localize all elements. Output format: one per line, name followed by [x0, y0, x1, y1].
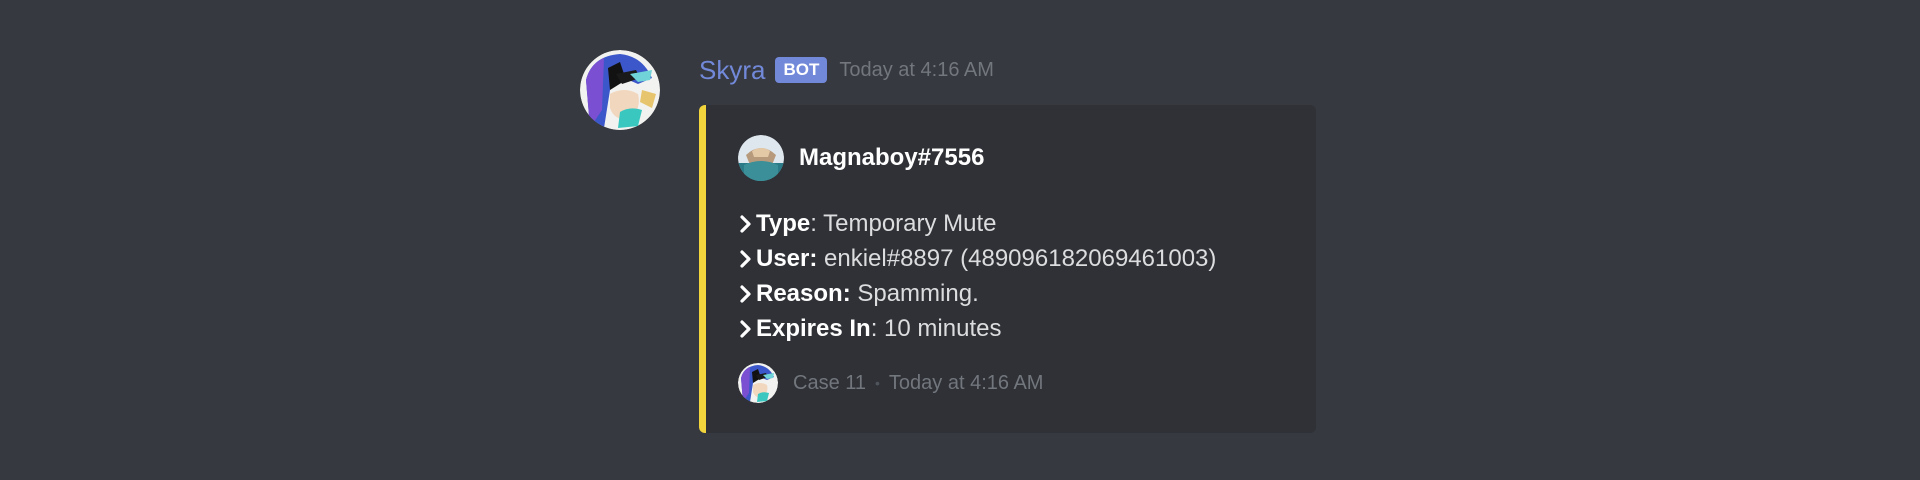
field-key: User: — [756, 245, 818, 272]
field-separator: : — [870, 315, 878, 342]
field-key: Reason: — [756, 280, 851, 307]
field-user: User: enkiel#8897 (489096182069461003) — [738, 241, 1298, 276]
message-header: Skyra BOT Today at 4:16 AM — [699, 52, 994, 88]
skyra-footer-icon — [738, 363, 778, 403]
embed: Magnaboy#7556 Type: Temporary Mute User:… — [699, 105, 1316, 433]
field-value: 10 minutes — [877, 315, 1002, 342]
footer-timestamp: Today at 4:16 AM — [888, 371, 1044, 394]
field-key: Type — [756, 210, 811, 237]
embed-author-name[interactable]: Magnaboy#7556 — [799, 144, 984, 172]
chat-message: Skyra BOT Today at 4:16 AM Magnaboy#7556… — [580, 50, 1320, 450]
embed-accent-bar — [699, 105, 706, 433]
message-timestamp: Today at 4:16 AM — [839, 58, 994, 81]
chevron-right-icon — [740, 284, 751, 303]
field-key: Expires In — [756, 315, 871, 342]
skyra-avatar-icon[interactable] — [580, 50, 660, 130]
field-type: Type: Temporary Mute — [738, 206, 1298, 241]
footer-separator: • — [875, 375, 880, 391]
embed-description: Type: Temporary Mute User: enkiel#8897 (… — [738, 206, 1298, 346]
chevron-right-icon — [740, 319, 751, 338]
field-value: Temporary Mute — [816, 210, 997, 237]
field-value: enkiel#8897 (489096182069461003) — [817, 245, 1217, 272]
footer-text: Case 11 — [793, 371, 867, 394]
embed-footer: Case 11 • Today at 4:16 AM — [738, 363, 1043, 403]
author-name[interactable]: Skyra — [699, 55, 765, 86]
magnaboy-avatar-icon — [738, 135, 784, 181]
field-reason: Reason: Spamming. — [738, 276, 1298, 311]
chevron-right-icon — [740, 214, 751, 233]
field-expires: Expires In: 10 minutes — [738, 311, 1298, 346]
embed-author: Magnaboy#7556 — [738, 135, 984, 181]
bot-badge: BOT — [775, 57, 828, 83]
field-separator: : — [810, 210, 817, 237]
chevron-right-icon — [740, 249, 751, 268]
field-value: Spamming. — [850, 280, 979, 307]
